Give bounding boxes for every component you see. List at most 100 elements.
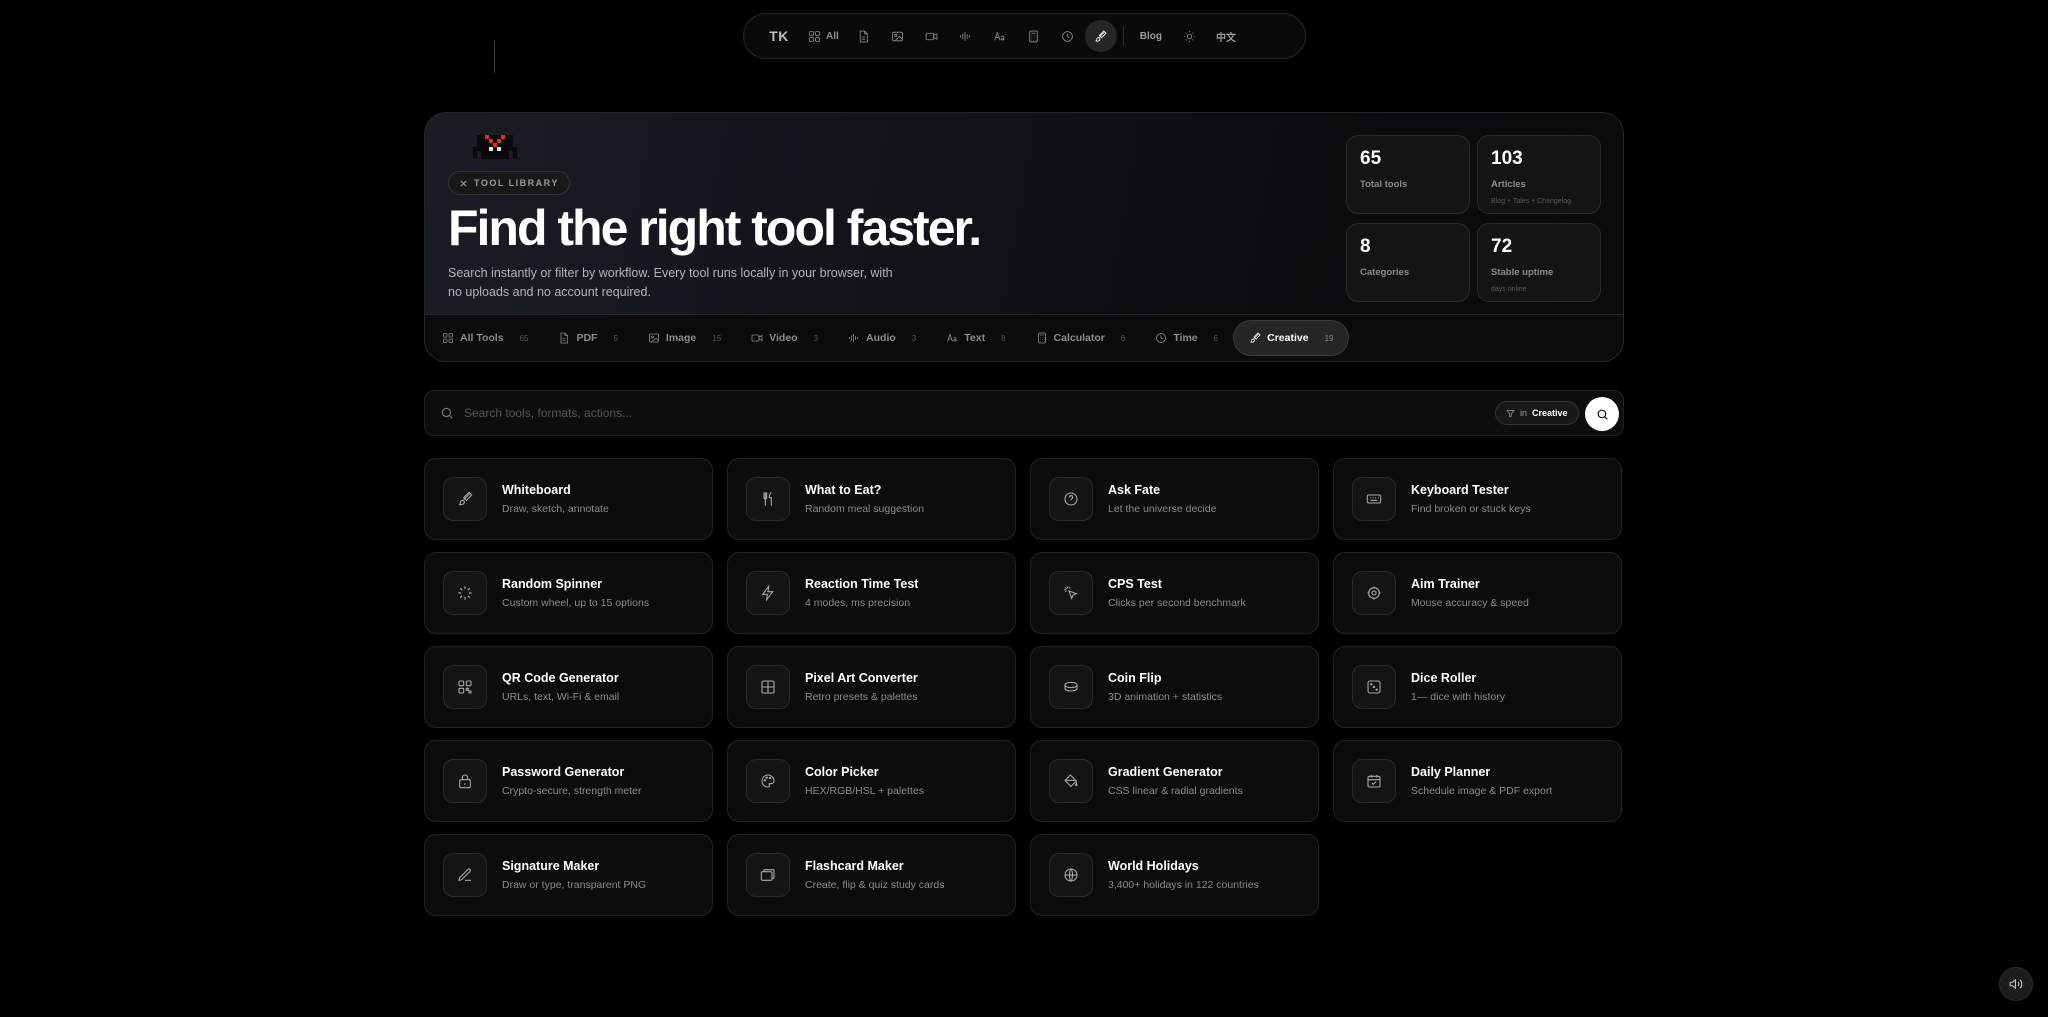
- sound-toggle-button[interactable]: [1999, 967, 2033, 1001]
- nav-divider: [1122, 26, 1124, 46]
- search-bar: in Creative: [424, 390, 1624, 436]
- clock-icon: [1062, 30, 1074, 42]
- clock-icon: [1156, 333, 1167, 343]
- page-title: Find the right tool faster.: [448, 200, 982, 256]
- tool-description: URLs, text, Wi-Fi & email: [502, 691, 620, 703]
- pdf-icon: [860, 30, 869, 42]
- theme-toggle[interactable]: [1172, 20, 1206, 52]
- tool-library-badge: TOOL LIBRARY: [448, 171, 570, 195]
- dice-icon: [1367, 680, 1381, 694]
- tool-card-cps-test[interactable]: CPS Test Clicks per second benchmark: [1030, 552, 1319, 634]
- tool-title: World Holidays: [1108, 859, 1199, 873]
- tool-icon-box: [443, 477, 487, 521]
- tab-label: Audio: [866, 332, 896, 344]
- tool-card-flashcard-maker[interactable]: Flashcard Maker Create, flip & quiz study…: [727, 834, 1016, 916]
- site-logo[interactable]: TK: [758, 28, 800, 44]
- tool-description: 1— dice with history: [1411, 691, 1505, 703]
- nav-all[interactable]: All: [800, 20, 847, 52]
- tool-card-gradient-generator[interactable]: Gradient Generator CSS linear & radial gr…: [1030, 740, 1319, 822]
- tab-image[interactable]: Image 15: [633, 320, 736, 356]
- tool-title: Whiteboard: [502, 483, 571, 497]
- tool-title: Gradient Generator: [1108, 765, 1223, 779]
- tab-count: 3: [813, 333, 819, 343]
- search-input[interactable]: [464, 406, 1364, 420]
- grid-icon: [443, 333, 453, 343]
- tool-card-aim-trainer[interactable]: Aim Trainer Mouse accuracy & speed: [1333, 552, 1622, 634]
- tool-card-keyboard-tester[interactable]: Keyboard Tester Find broken or stuck keys: [1333, 458, 1622, 540]
- brush-icon: [1095, 30, 1107, 42]
- tool-description: 3D animation + statistics: [1108, 691, 1223, 703]
- video-icon: [751, 334, 763, 342]
- tool-card-random-spinner[interactable]: Random Spinner Custom wheel, up to 15 opt…: [424, 552, 713, 634]
- tool-card-dice-roller[interactable]: Dice Roller 1— dice with history: [1333, 646, 1622, 728]
- tool-card-password-generator[interactable]: Password Generator Crypto-secure, strengt…: [424, 740, 713, 822]
- audio-icon: [960, 31, 971, 41]
- brush-icon: [1250, 332, 1261, 343]
- nav-video[interactable]: [915, 20, 949, 52]
- top-nav: TK All Blog 中文: [743, 13, 1306, 59]
- tab-count: 6: [1120, 333, 1126, 343]
- tab-creative[interactable]: Creative 19: [1233, 320, 1350, 356]
- tool-icon-box: [1049, 477, 1093, 521]
- tool-card-world-holidays[interactable]: World Holidays 3,400+ holidays in 122 cou…: [1030, 834, 1319, 916]
- tab-calculator[interactable]: Calculator 6: [1021, 320, 1141, 356]
- tool-icon-box: [746, 477, 790, 521]
- tool-title: Keyboard Tester: [1411, 483, 1509, 497]
- tool-title: What to Eat?: [805, 483, 882, 497]
- tool-title: Reaction Time Test: [805, 577, 919, 591]
- tool-description: Mouse accuracy & speed: [1411, 597, 1529, 609]
- nav-creative[interactable]: [1084, 20, 1117, 52]
- tool-card-color-picker[interactable]: Color Picker HEX/RGB/HSL + palettes: [727, 740, 1016, 822]
- tool-card-daily-planner[interactable]: Daily Planner Schedule image & PDF export: [1333, 740, 1622, 822]
- tool-card-pixel-art-converter[interactable]: Pixel Art Converter Retro presets & palet…: [727, 646, 1016, 728]
- stat-sublabel: Blog + Tales + Changelog: [1491, 198, 1572, 205]
- nav-pdf[interactable]: [847, 20, 881, 52]
- tab-pdf[interactable]: PDF 5: [543, 320, 632, 356]
- tool-card-what-to-eat[interactable]: What to Eat? Random meal suggestion: [727, 458, 1016, 540]
- tool-description: Clicks per second benchmark: [1108, 597, 1246, 609]
- tab-label: Creative: [1267, 332, 1309, 344]
- tool-card-reaction-time-test[interactable]: Reaction Time Test 4 modes, ms precision: [727, 552, 1016, 634]
- search-button[interactable]: [1585, 397, 1619, 431]
- tool-icon-box: [1049, 665, 1093, 709]
- nav-text[interactable]: [983, 20, 1017, 52]
- text-cursor: [494, 41, 495, 73]
- stat-value: 103: [1491, 148, 1523, 169]
- nav-time[interactable]: [1051, 20, 1085, 52]
- tool-description: Crypto-secure, strength meter: [502, 785, 642, 797]
- nav-image[interactable]: [881, 20, 915, 52]
- calculator-icon: [1029, 30, 1039, 42]
- tool-title: Flashcard Maker: [805, 859, 904, 873]
- tool-card-whiteboard[interactable]: Whiteboard Draw, sketch, annotate: [424, 458, 713, 540]
- image-icon: [892, 31, 904, 41]
- tab-video[interactable]: Video 3: [736, 320, 833, 356]
- image-icon: [649, 333, 659, 343]
- tool-icon-box: [1049, 759, 1093, 803]
- tool-title: Ask Fate: [1108, 483, 1161, 497]
- filter-value: Creative: [1532, 408, 1568, 418]
- nav-calculator[interactable]: [1017, 20, 1051, 52]
- palette-icon: [761, 774, 775, 788]
- tab-label: Time: [1173, 332, 1198, 344]
- tool-icon-box: [443, 571, 487, 615]
- tab-count: 65: [519, 333, 529, 343]
- category-filter-pill[interactable]: in Creative: [1495, 401, 1579, 425]
- tab-audio[interactable]: Audio 3: [833, 320, 931, 356]
- tool-icon-box: [1049, 571, 1093, 615]
- keyboard-icon: [1366, 494, 1382, 504]
- text-icon: [994, 31, 1005, 41]
- spinner-icon: [457, 585, 473, 601]
- tab-all-tools[interactable]: All Tools 65: [427, 320, 543, 356]
- tab-time[interactable]: Time 6: [1140, 320, 1233, 356]
- tool-card-coin-flip[interactable]: Coin Flip 3D animation + statistics: [1030, 646, 1319, 728]
- nav-audio[interactable]: [949, 20, 983, 52]
- tool-card-signature-maker[interactable]: Signature Maker Draw or type, transparent…: [424, 834, 713, 916]
- tab-text[interactable]: Text 8: [931, 320, 1020, 356]
- tool-card-ask-fate[interactable]: Ask Fate Let the universe decide: [1030, 458, 1319, 540]
- stat-uptime: 72 Stable uptime days online: [1477, 223, 1601, 302]
- target-icon: [1366, 585, 1382, 601]
- tab-count: 6: [1213, 333, 1219, 343]
- language-switch[interactable]: 中文: [1206, 29, 1246, 44]
- tool-card-qr-code-generator[interactable]: QR Code Generator URLs, text, Wi-Fi & ema…: [424, 646, 713, 728]
- nav-blog-link[interactable]: Blog: [1130, 31, 1172, 42]
